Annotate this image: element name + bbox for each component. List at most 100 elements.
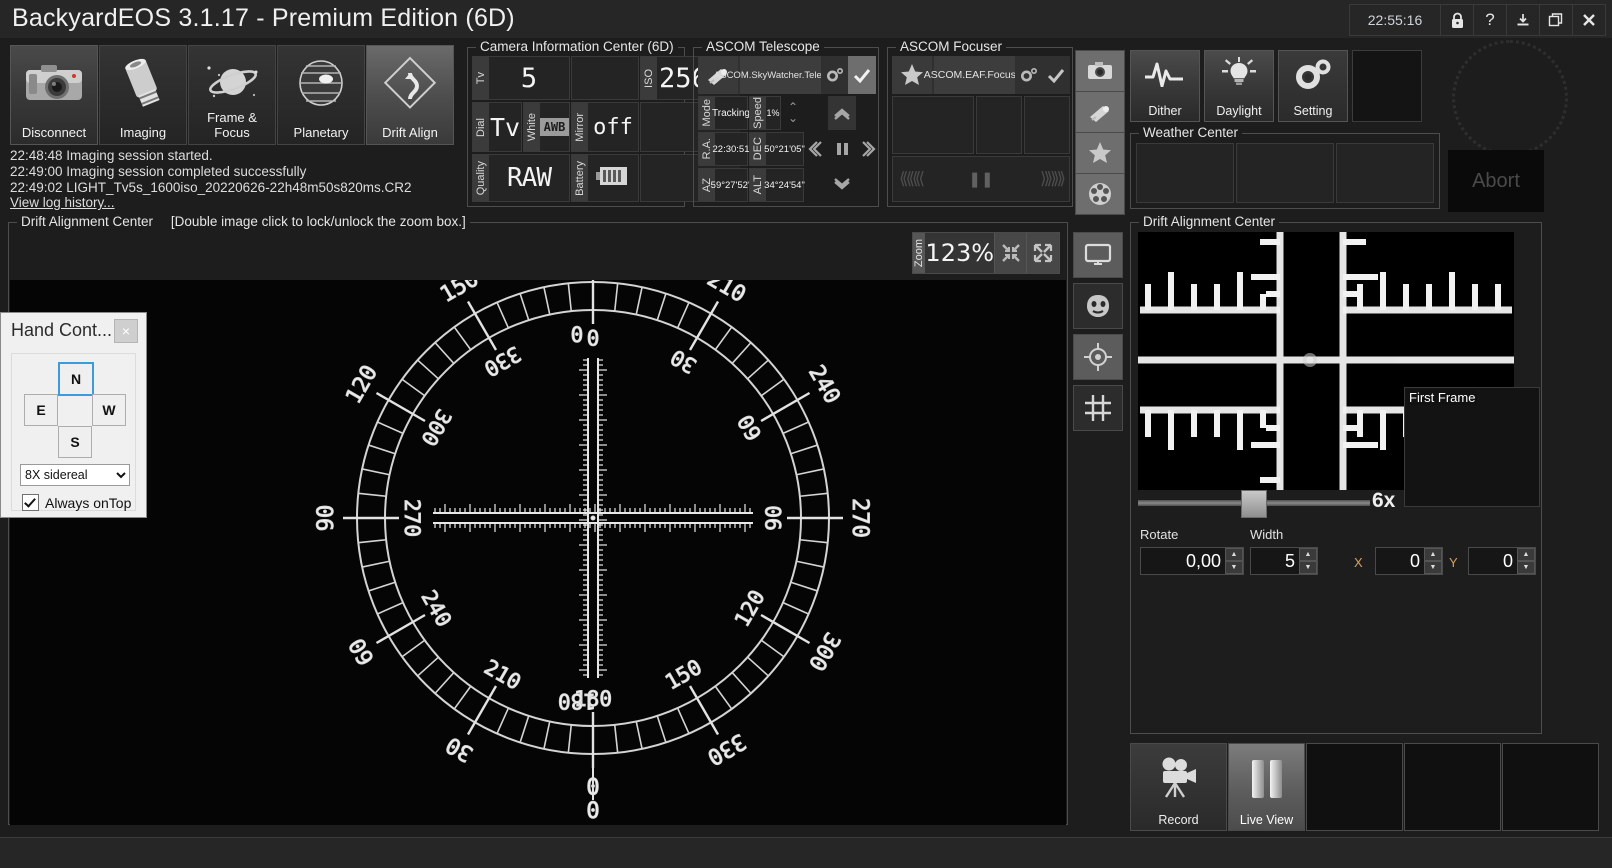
collapse-arrows-icon[interactable] — [994, 233, 1027, 273]
spinner-down[interactable]: ▼ — [1299, 561, 1317, 574]
drift-align-canvas[interactable]: 1800210302406027090300120330150018030210… — [10, 280, 1066, 825]
gear-icon[interactable] — [1015, 56, 1042, 94]
spinner-up[interactable]: ▲ — [1424, 548, 1442, 561]
rotate-input[interactable]: 0,00 ▲ ▼ — [1140, 547, 1244, 575]
close-icon[interactable]: × — [114, 319, 138, 343]
side-icon-telescope[interactable] — [1075, 91, 1125, 133]
field-value: AWB — [539, 103, 570, 151]
button-live-view[interactable]: Live View — [1228, 743, 1305, 831]
weather-cell — [1336, 143, 1434, 203]
focuser-driver-name[interactable]: ASCOM.EAF.Focuser — [924, 56, 1025, 94]
telescope-nav-up[interactable] — [828, 96, 856, 130]
button-west[interactable]: W — [92, 394, 126, 426]
tool-icon-grid[interactable] — [1073, 385, 1123, 431]
button-east[interactable]: E — [24, 394, 58, 426]
button-bottom-blank-3[interactable] — [1502, 743, 1599, 831]
battery-icon — [596, 165, 630, 191]
button-label: Drift Align — [382, 125, 438, 140]
expand-arrows-icon[interactable] — [1026, 233, 1059, 273]
pulse-icon — [1131, 59, 1199, 87]
spinner-down[interactable]: ▼ — [1424, 561, 1442, 574]
button-imaging[interactable]: Imaging — [99, 45, 187, 145]
spinner-down[interactable]: ▼ — [1517, 561, 1535, 574]
focuser-move-in-icon[interactable]: ⟪⟪⟪⟨ — [899, 169, 925, 189]
pause-icon[interactable]: ❚❚ — [968, 170, 993, 188]
tool-icon-target[interactable] — [1073, 334, 1123, 380]
button-label: Planetary — [293, 125, 349, 140]
spinner-up[interactable]: ▲ — [1517, 548, 1535, 561]
chevron-down-icon[interactable]: ⌄ — [788, 112, 798, 124]
abort-button[interactable]: Abort — [1448, 150, 1544, 212]
button-south[interactable]: S — [58, 426, 92, 458]
field-label: Dial — [473, 103, 489, 151]
pause-icon — [1229, 758, 1304, 800]
x-stepper[interactable]: ▲ ▼ — [1424, 548, 1442, 574]
spinner-up[interactable]: ▲ — [1225, 548, 1243, 561]
field-label: ISO — [641, 57, 657, 99]
speed-stepper[interactable]: ⌃ ⌄ — [782, 96, 804, 130]
button-setting[interactable]: Setting — [1278, 50, 1348, 122]
telescope-field-dec: DEC 50°21'05" — [749, 132, 805, 166]
help-icon[interactable]: ? — [1473, 4, 1507, 36]
view-log-history-link[interactable]: View log history... — [10, 195, 115, 210]
button-bottom-blank-1[interactable] — [1306, 743, 1403, 831]
group-title: Drift Alignment Center [Double image cli… — [17, 214, 470, 229]
button-blank-top[interactable] — [1352, 50, 1422, 122]
checkbox-box[interactable] — [22, 494, 39, 511]
x-input[interactable]: 0 ▲ ▼ — [1375, 547, 1443, 575]
zoom-slider[interactable] — [1138, 490, 1370, 518]
telescope-nav-left[interactable] — [800, 132, 828, 166]
side-icon-star[interactable] — [1075, 132, 1125, 174]
telescope-nav-right[interactable] — [856, 132, 884, 166]
width-stepper[interactable]: ▲ ▼ — [1299, 548, 1317, 574]
ascom-telescope-panel: ASCOM Telescope ASCOM.SkyWatcher.Telesco… — [693, 39, 879, 207]
button-daylight[interactable]: Daylight — [1204, 50, 1274, 122]
always-on-top-checkbox[interactable]: Always onTop — [22, 494, 131, 511]
width-input[interactable]: 5 ▲ ▼ — [1250, 547, 1318, 575]
button-label: Frame & Focus — [207, 110, 257, 140]
tool-icon-mask[interactable] — [1073, 283, 1123, 329]
telescope-nav-down[interactable] — [828, 168, 856, 202]
planet-star-icon — [189, 52, 275, 114]
button-frame-focus[interactable]: Frame & Focus — [188, 45, 276, 145]
button-record[interactable]: Record — [1130, 743, 1227, 831]
button-planetary[interactable]: Planetary — [277, 45, 365, 145]
zoom-value[interactable]: 123% — [925, 239, 994, 267]
gear-icon[interactable] — [821, 56, 848, 94]
field-value: off — [593, 114, 633, 140]
spinner-down[interactable]: ▼ — [1225, 561, 1243, 574]
focuser-move-row[interactable]: ⟪⟪⟪⟨ ❚❚ ⟩⟫⟫⟫ — [892, 156, 1070, 202]
lock-icon[interactable] — [1440, 4, 1474, 36]
spinner-up[interactable]: ▲ — [1299, 548, 1317, 561]
side-icon-camera[interactable] — [1075, 50, 1125, 92]
button-label: Daylight — [1216, 104, 1262, 118]
y-input[interactable]: 0 ▲ ▼ — [1468, 547, 1536, 575]
rotate-stepper[interactable]: ▲ ▼ — [1225, 548, 1243, 574]
restore-icon[interactable] — [1539, 4, 1573, 36]
close-icon[interactable] — [1572, 4, 1606, 36]
movie-camera-icon — [1131, 756, 1226, 800]
tool-icon-screen[interactable] — [1073, 232, 1123, 278]
check-icon[interactable] — [1042, 56, 1070, 94]
button-dither[interactable]: Dither — [1130, 50, 1200, 122]
side-icon-filterwheel[interactable] — [1075, 173, 1125, 215]
button-disconnect[interactable]: Disconnect — [10, 45, 98, 145]
telescope-nav-stop[interactable] — [828, 132, 856, 166]
focuser-move-out-icon[interactable]: ⟩⟫⟫⟫ — [1040, 169, 1066, 189]
y-stepper[interactable]: ▲ ▼ — [1517, 548, 1535, 574]
download-icon[interactable] — [1506, 4, 1540, 36]
telescope-driver-name[interactable]: ASCOM.SkyWatcher.Telescope — [714, 56, 847, 94]
slider-thumb[interactable] — [1241, 490, 1267, 518]
status-bar — [0, 837, 1612, 868]
log-line: 22:48:48 Imaging session started. — [10, 148, 213, 163]
slew-rate-select[interactable]: 8X sidereal — [20, 464, 130, 486]
button-bottom-blank-2[interactable] — [1404, 743, 1501, 831]
svg-text:0: 0 — [586, 799, 599, 824]
check-icon[interactable] — [848, 56, 876, 94]
jupiter-icon — [278, 52, 364, 114]
compass-dial-graphic: 1800210302406027090300120330150018030210… — [314, 280, 873, 825]
svg-text:90: 90 — [314, 505, 339, 532]
width-label: Width — [1250, 527, 1284, 542]
button-drift-align[interactable]: Drift Align — [366, 45, 454, 145]
button-north[interactable]: N — [58, 362, 94, 396]
